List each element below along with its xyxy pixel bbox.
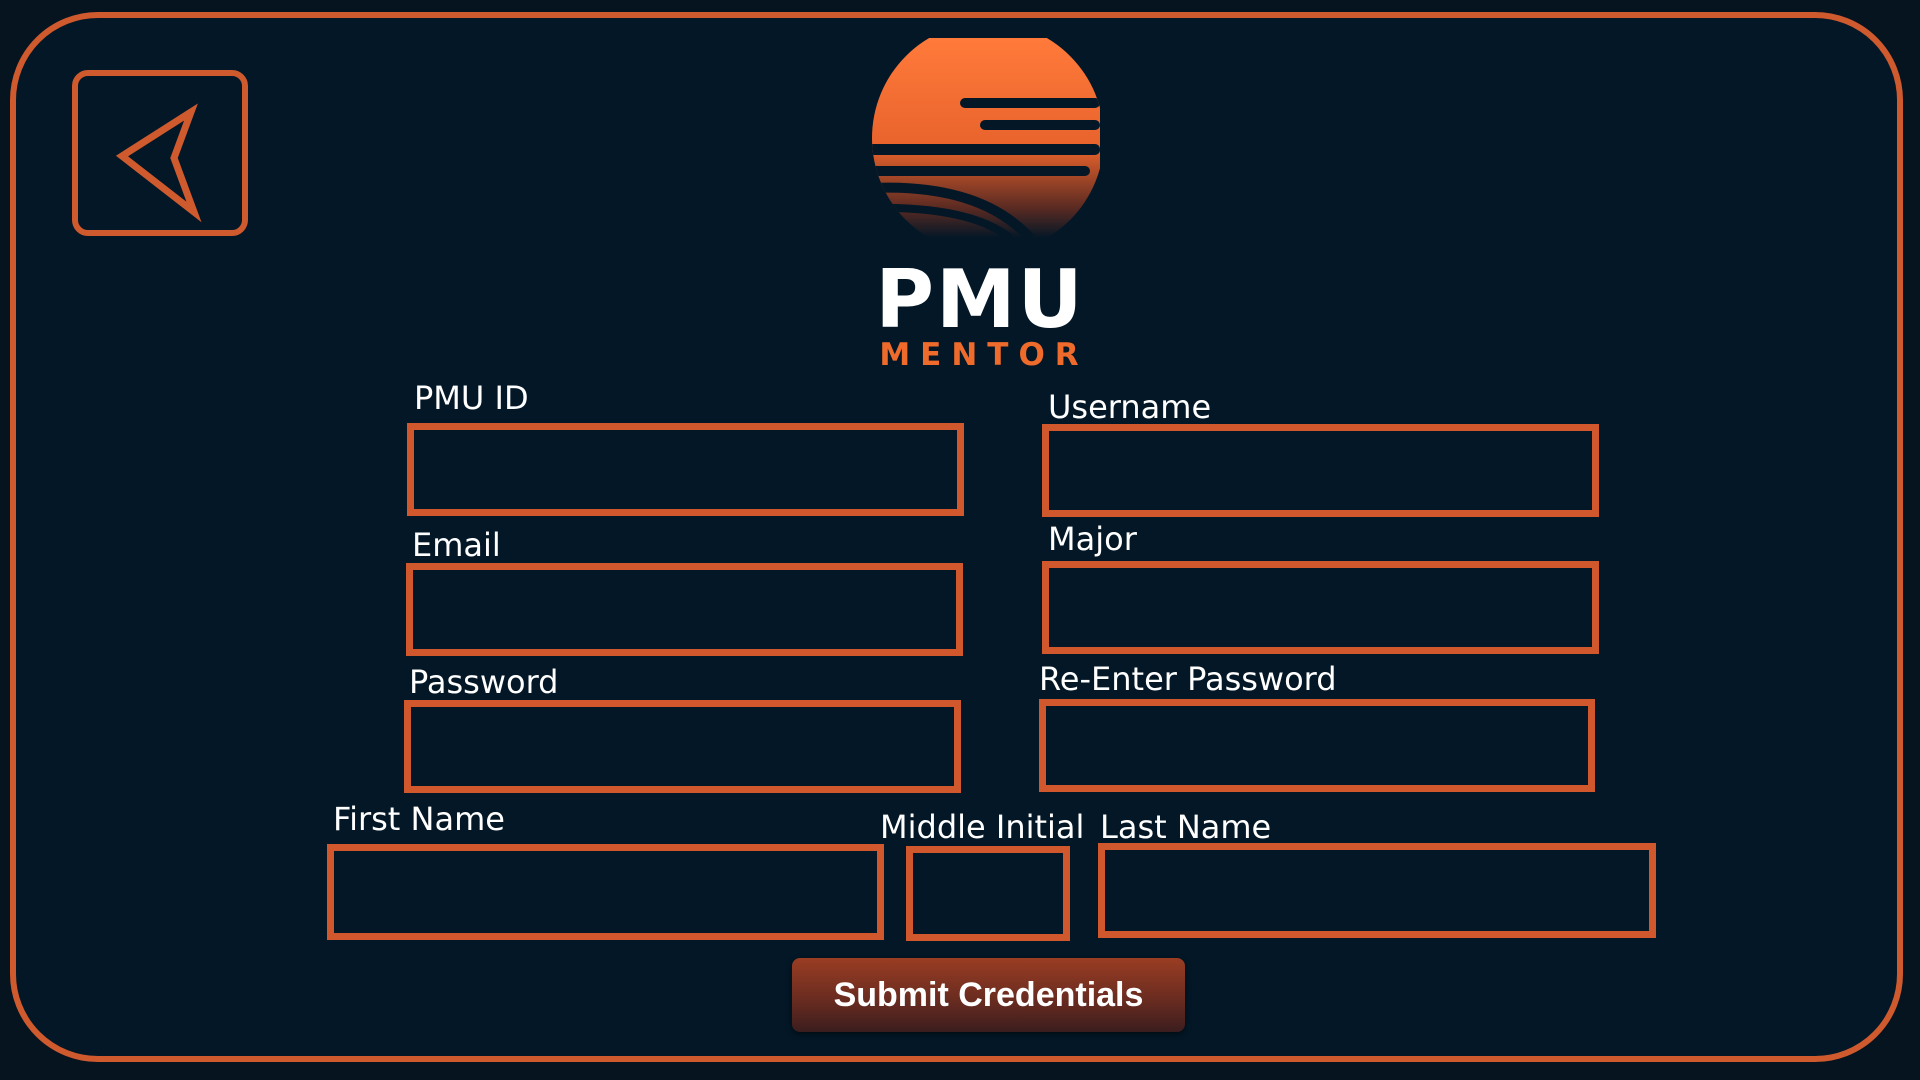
logo: PMU MENTOR: [860, 38, 1100, 378]
middle-initial-field[interactable]: [906, 846, 1070, 941]
major-label: Major: [1048, 520, 1137, 558]
sunset-stripes-logo-icon: [872, 38, 1100, 238]
last-name-label: Last Name: [1100, 808, 1272, 846]
last-name-field[interactable]: [1098, 843, 1656, 938]
reenter-password-field[interactable]: [1039, 699, 1595, 792]
back-arrow-icon: [115, 103, 202, 222]
middle-initial-label: Middle Initial: [880, 808, 1085, 846]
username-field[interactable]: [1042, 424, 1599, 517]
submit-credentials-button[interactable]: Submit Credentials: [792, 958, 1185, 1032]
password-label: Password: [409, 663, 559, 701]
username-label: Username: [1048, 388, 1212, 426]
logo-title: PMU: [875, 253, 1085, 346]
email-label: Email: [412, 526, 501, 564]
first-name-label: First Name: [333, 800, 505, 838]
pmu-id-label: PMU ID: [414, 379, 529, 417]
back-button[interactable]: [72, 70, 248, 236]
first-name-field[interactable]: [327, 844, 884, 940]
email-field[interactable]: [406, 563, 963, 656]
reenter-password-label: Re-Enter Password: [1039, 660, 1337, 698]
logo-subtitle: MENTOR: [879, 337, 1089, 373]
pmu-id-field[interactable]: [407, 423, 964, 516]
password-field[interactable]: [404, 700, 961, 793]
major-field[interactable]: [1042, 561, 1599, 654]
